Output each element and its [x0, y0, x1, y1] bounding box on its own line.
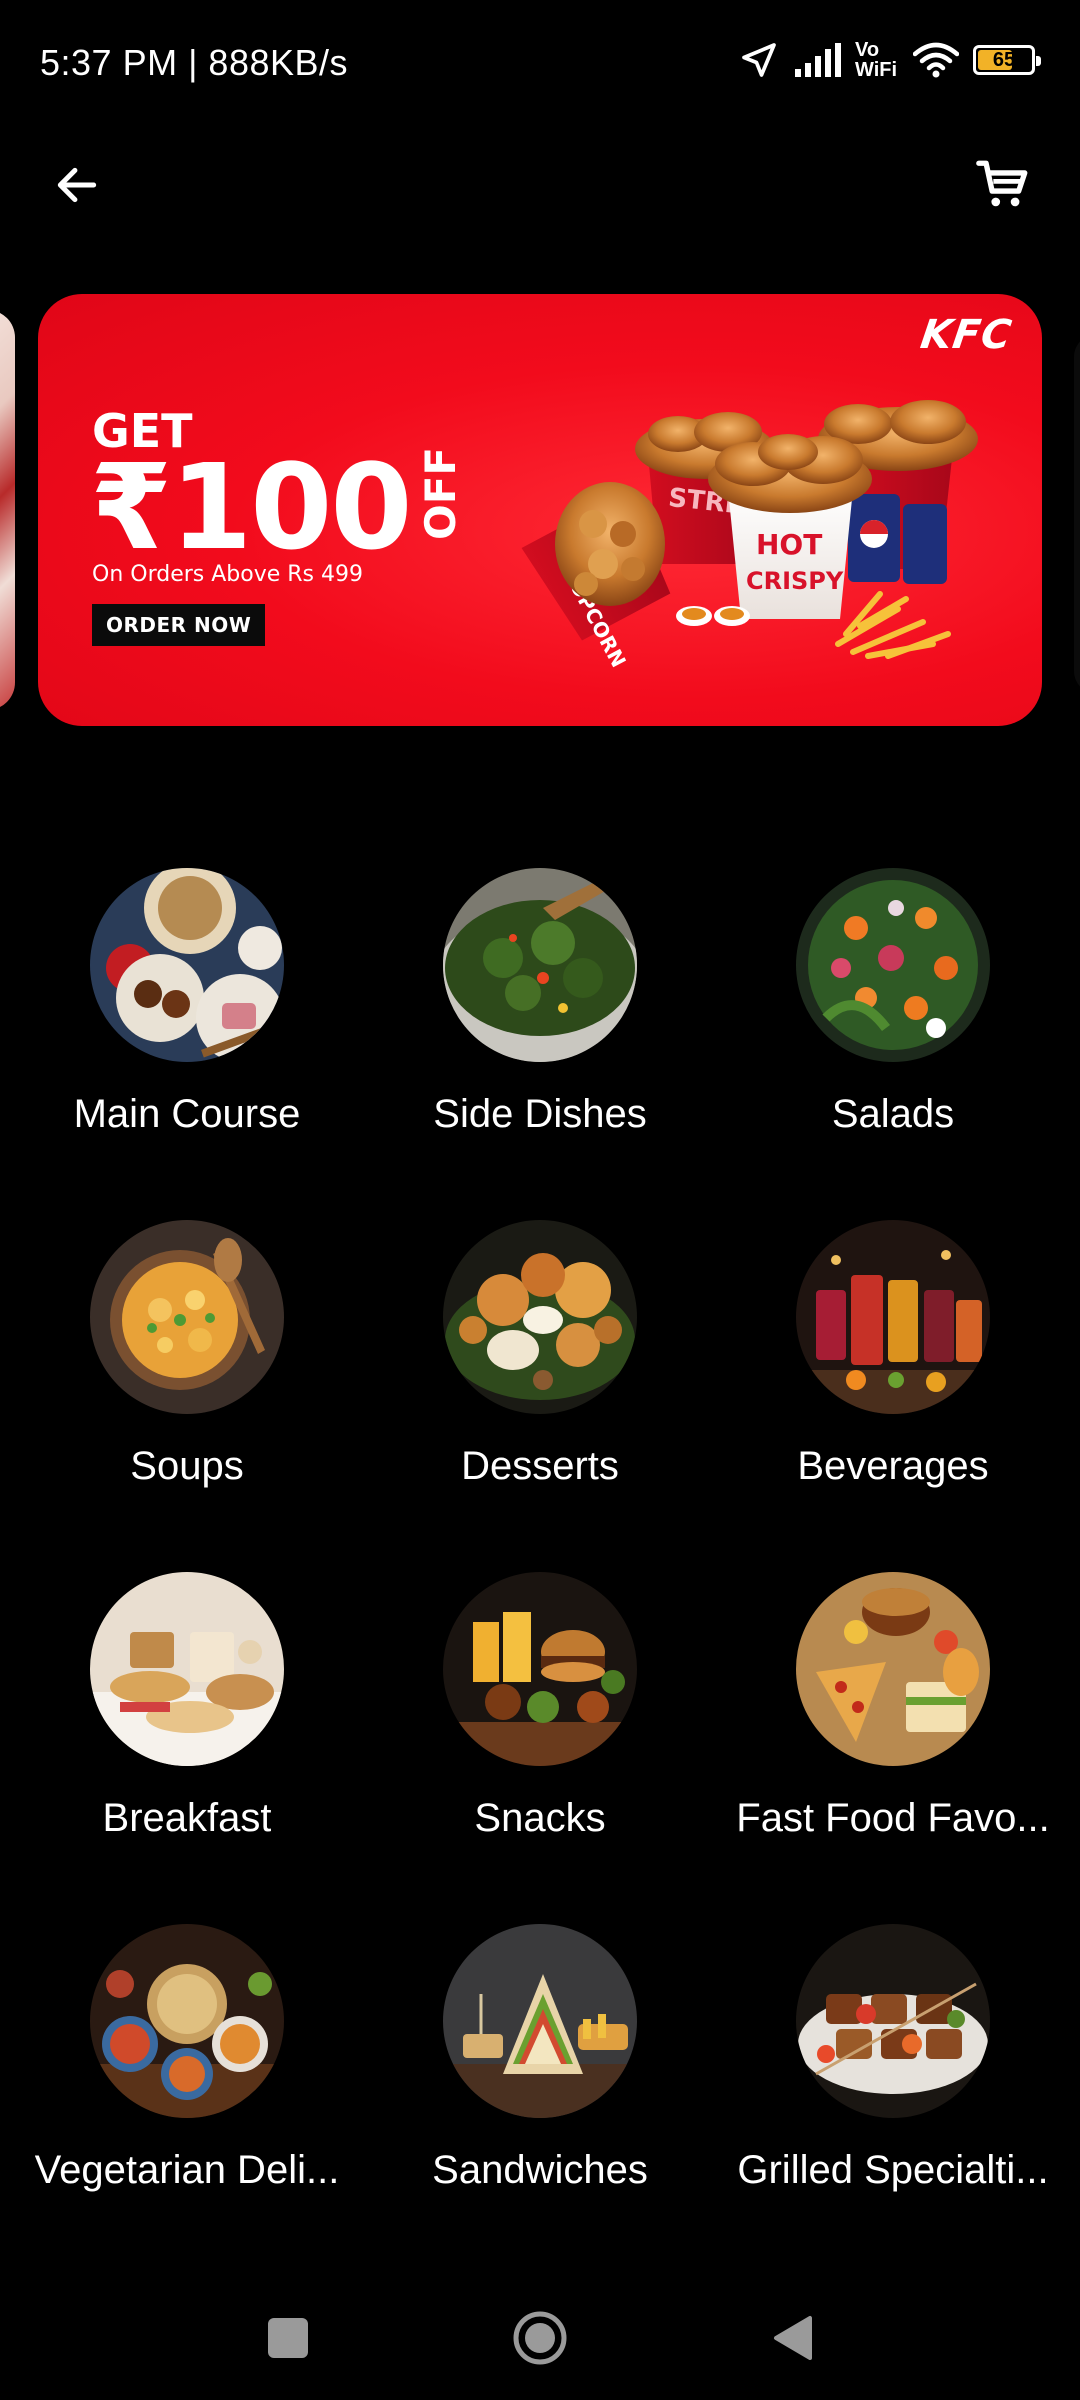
category-label: Soups: [130, 1444, 244, 1488]
vowifi-top-text: Vo: [855, 39, 880, 61]
signal-icon: [793, 43, 841, 77]
salads-image: [796, 868, 990, 1062]
category-label: Vegetarian Deli...: [34, 2148, 340, 2192]
vowifi-icon: Vo WiFi: [855, 40, 899, 80]
soups-image: [90, 1220, 284, 1414]
sandwiches-image: [443, 1924, 637, 2118]
system-back-button[interactable]: [762, 2310, 822, 2370]
category-salads[interactable]: Salads: [713, 868, 1073, 1168]
fast-food-image: [796, 1572, 990, 1766]
category-snacks[interactable]: Snacks: [360, 1572, 720, 1872]
beverages-image: [796, 1220, 990, 1414]
status-icons: Vo WiFi 65: [739, 40, 1041, 80]
recents-square-icon: [266, 2316, 310, 2365]
category-grilled-specialties[interactable]: Grilled Specialti...: [713, 1924, 1073, 2224]
svg-text:CRISPY: CRISPY: [746, 567, 844, 595]
system-nav-bar: [0, 2270, 1080, 2400]
back-button[interactable]: [40, 150, 114, 224]
category-label: Beverages: [797, 1444, 989, 1488]
grilled-image: [796, 1924, 990, 2118]
status-bar: 5:37 PM | 888KB/s Vo WiFi 65: [0, 0, 1080, 130]
svg-text:HOT: HOT: [756, 528, 822, 561]
category-label: Fast Food Favo...: [736, 1796, 1050, 1840]
order-now-button[interactable]: ORDER NOW: [92, 604, 266, 646]
back-triangle-icon: [770, 2314, 814, 2367]
recents-button[interactable]: [258, 2310, 318, 2370]
vegetarian-image: [90, 1924, 284, 2118]
category-label: Main Course: [73, 1092, 301, 1136]
chicken-buckets-image: STRIPS HOT CRISPY POPCORN: [508, 394, 1028, 724]
category-sandwiches[interactable]: Sandwiches: [360, 1924, 720, 2224]
shopping-cart-icon: [974, 156, 1032, 219]
promo-banner[interactable]: KFC GET ₹100 OFF On Orders Above Rs 499 …: [38, 294, 1042, 726]
previous-banner-peek[interactable]: [0, 310, 15, 710]
banner-amount: ₹100: [90, 438, 412, 576]
banner-off-text: OFF: [416, 446, 465, 540]
category-label: Side Dishes: [433, 1092, 647, 1136]
brand-logo: KFC: [918, 312, 1016, 358]
status-time-speed: 5:37 PM | 888KB/s: [40, 42, 349, 83]
battery-level: 65: [992, 48, 1016, 71]
category-desserts[interactable]: Desserts: [360, 1220, 720, 1520]
side-dishes-image: [443, 868, 637, 1062]
category-beverages[interactable]: Beverages: [713, 1220, 1073, 1520]
location-arrow-icon: [739, 40, 779, 80]
home-button[interactable]: [510, 2310, 570, 2370]
home-circle-icon: [512, 2310, 568, 2371]
next-banner-peek[interactable]: [1074, 334, 1080, 694]
category-breakfast[interactable]: Breakfast: [7, 1572, 367, 1872]
cart-button[interactable]: [966, 150, 1040, 224]
snacks-image: [443, 1572, 637, 1766]
category-label: Sandwiches: [432, 2148, 648, 2192]
category-soups[interactable]: Soups: [7, 1220, 367, 1520]
wifi-icon: [913, 42, 959, 78]
vowifi-bottom-text: WiFi: [855, 59, 898, 81]
category-label: Snacks: [474, 1796, 606, 1840]
category-label: Breakfast: [102, 1796, 272, 1840]
arrow-left-icon: [52, 160, 102, 215]
category-fast-food-favorites[interactable]: Fast Food Favo...: [713, 1572, 1073, 1872]
breakfast-image: [90, 1572, 284, 1766]
desserts-image: [443, 1220, 637, 1414]
promo-carousel[interactable]: KFC GET ₹100 OFF On Orders Above Rs 499 …: [0, 294, 1080, 726]
category-label: Desserts: [461, 1444, 619, 1488]
category-label: Salads: [831, 1092, 955, 1136]
category-side-dishes[interactable]: Side Dishes: [360, 868, 720, 1168]
banner-subtext: On Orders Above Rs 499: [92, 562, 363, 587]
battery-icon: 65: [973, 45, 1041, 75]
category-vegetarian-delights[interactable]: Vegetarian Deli...: [7, 1924, 367, 2224]
main-course-image: [90, 868, 284, 1062]
category-main-course[interactable]: Main Course: [7, 868, 367, 1168]
app-bar: [0, 130, 1080, 240]
category-label: Grilled Specialti...: [737, 2148, 1049, 2192]
